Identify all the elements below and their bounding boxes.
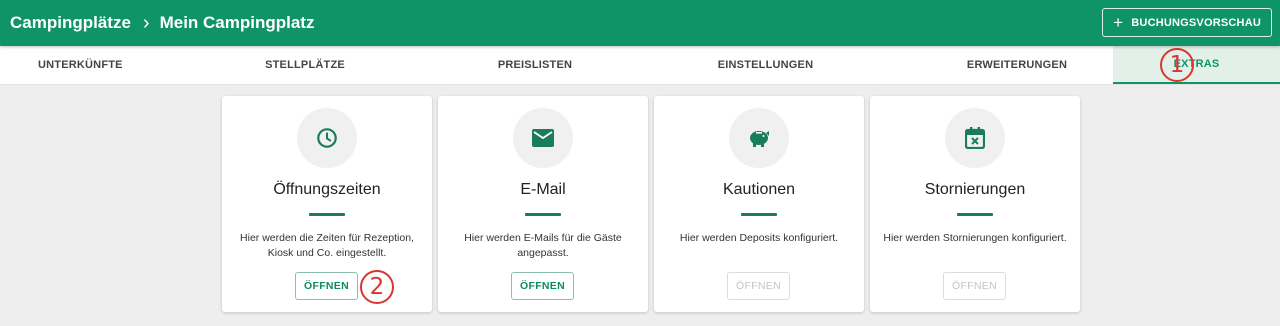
open-stornierungen-button: ÖFFNEN (943, 272, 1006, 300)
card-stornierungen: Stornierungen Hier werden Stornierungen … (870, 96, 1080, 312)
clock-icon (297, 108, 357, 168)
booking-preview-label: BUCHUNGSVORSCHAU (1131, 16, 1261, 29)
open-oeffnungszeiten-button[interactable]: ÖFFNEN (295, 272, 358, 300)
card-divider (741, 213, 777, 216)
card-description: Hier werden Deposits konfiguriert. (679, 232, 839, 244)
card-title: Stornierungen (924, 181, 1026, 198)
card-divider (309, 213, 345, 216)
calendar-cancel-icon (945, 108, 1005, 168)
extras-card-grid: Öffnungszeiten Hier werden die Zeiten fü… (222, 96, 1080, 312)
piggy-bank-icon (729, 108, 789, 168)
chevron-right-icon: › (142, 12, 150, 34)
card-email: E-Mail Hier werden E-Mails für die Gäste… (438, 96, 648, 312)
open-email-button[interactable]: ÖFFNEN (511, 272, 574, 300)
tab-bar: UNTERKÜNFTE STELLPLÄTZE PREISLISTEN EINS… (0, 46, 1280, 85)
card-description: Hier werden Stornierungen konfiguriert. (883, 232, 1067, 244)
tab-unterkuenfte[interactable]: UNTERKÜNFTE (0, 46, 150, 84)
card-description: Hier werden E-Mails für die Gäste angepa… (464, 232, 622, 259)
card-description: Hier werden die Zeiten für Rezeption, Ki… (240, 232, 414, 259)
tab-erweiterungen[interactable]: ERWEITERUNGEN (921, 46, 1113, 84)
breadcrumb-current: Mein Campingplatz (159, 13, 315, 32)
booking-preview-button[interactable]: + BUCHUNGSVORSCHAU (1102, 8, 1272, 37)
open-kautionen-button: ÖFFNEN (727, 272, 790, 300)
card-kautionen: Kautionen Hier werden Deposits konfiguri… (654, 96, 864, 312)
breadcrumb-root[interactable]: Campingplätze (10, 13, 131, 33)
card-divider (525, 213, 561, 216)
top-app-bar: Campingplätze › Mein Campingplatz + BUCH… (0, 0, 1280, 46)
mail-icon (513, 108, 573, 168)
card-title: E-Mail (520, 181, 566, 198)
card-title: Kautionen (722, 181, 796, 198)
annotation-marker-1: 1 (1160, 48, 1194, 82)
card-oeffnungszeiten: Öffnungszeiten Hier werden die Zeiten fü… (222, 96, 432, 312)
plus-icon: + (1113, 13, 1124, 32)
annotation-marker-2: 2 (360, 270, 394, 304)
tab-einstellungen[interactable]: EINSTELLUNGEN (610, 46, 921, 84)
tab-stellplaetze[interactable]: STELLPLÄTZE (150, 46, 460, 84)
card-divider (957, 213, 993, 216)
tab-extras[interactable]: EXTRAS (1113, 46, 1280, 84)
card-title: Öffnungszeiten (273, 181, 381, 198)
tab-preislisten[interactable]: PREISLISTEN (460, 46, 610, 84)
